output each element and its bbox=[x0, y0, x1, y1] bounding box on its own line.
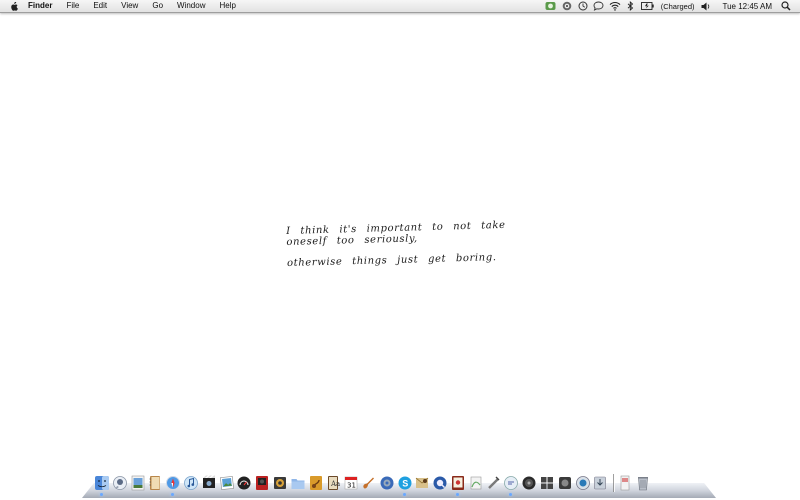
documents-stack-icon[interactable] bbox=[617, 474, 633, 492]
dock: Aa 31 S bbox=[82, 472, 716, 498]
menu-file[interactable]: File bbox=[59, 0, 86, 12]
desktop: Finder File Edit View Go Window Help (Ch… bbox=[0, 0, 800, 500]
dock-icons: Aa 31 S bbox=[94, 474, 653, 496]
dashboard-icon[interactable] bbox=[236, 474, 252, 492]
script-icon[interactable] bbox=[468, 474, 484, 492]
svg-text:S: S bbox=[402, 479, 408, 489]
menu-go[interactable]: Go bbox=[145, 0, 170, 12]
ichat-icon[interactable] bbox=[112, 474, 128, 492]
wifi-icon[interactable] bbox=[609, 0, 621, 12]
mail-icon[interactable] bbox=[414, 474, 430, 492]
itunes-icon[interactable] bbox=[183, 474, 199, 492]
note-line-2: otherwise things just get boring. bbox=[286, 252, 497, 269]
dictionary-icon[interactable]: Aa bbox=[325, 474, 341, 492]
menu-finder[interactable]: Finder bbox=[28, 0, 59, 12]
quicktime-icon[interactable] bbox=[432, 474, 448, 492]
status-area: (Charged) Tue 12:45 AM bbox=[543, 0, 794, 12]
note-line-1: I think it's important to not take onese… bbox=[286, 219, 506, 248]
growl-icon[interactable] bbox=[545, 0, 557, 12]
spaces-icon[interactable] bbox=[486, 474, 502, 492]
folder-icon[interactable] bbox=[290, 474, 306, 492]
instruments-icon[interactable] bbox=[575, 474, 591, 492]
time-machine-dock-icon[interactable] bbox=[503, 474, 519, 496]
svg-text:31: 31 bbox=[347, 482, 356, 490]
ical-icon[interactable]: 31 bbox=[343, 474, 359, 492]
textedit-icon[interactable] bbox=[450, 474, 466, 496]
menu-bar: Finder File Edit View Go Window Help (Ch… bbox=[0, 0, 800, 13]
address-book-icon[interactable] bbox=[147, 474, 163, 492]
safari-icon[interactable] bbox=[165, 474, 181, 496]
garageband-guitar-icon[interactable] bbox=[361, 474, 377, 492]
sync-icon[interactable] bbox=[561, 0, 573, 12]
network-icon[interactable] bbox=[539, 474, 555, 492]
menu-help[interactable]: Help bbox=[212, 0, 242, 12]
imovie-icon[interactable] bbox=[201, 474, 217, 492]
iphoto-icon[interactable] bbox=[219, 474, 235, 492]
volume-icon[interactable] bbox=[700, 0, 712, 12]
time-machine-icon[interactable] bbox=[577, 0, 589, 12]
menu-clock[interactable]: Tue 12:45 AM bbox=[722, 2, 772, 11]
finder-icon[interactable] bbox=[94, 474, 110, 496]
trash-icon[interactable] bbox=[635, 474, 651, 492]
battery-status: (Charged) bbox=[660, 1, 695, 11]
battery-icon[interactable] bbox=[641, 0, 655, 12]
handwritten-note: I think it's important to not take onese… bbox=[286, 219, 547, 269]
bluetooth-icon[interactable] bbox=[625, 0, 637, 12]
aperture-icon[interactable] bbox=[272, 474, 288, 492]
garageband-icon[interactable] bbox=[308, 474, 324, 492]
preview-icon[interactable] bbox=[130, 474, 146, 492]
photo-booth-icon[interactable] bbox=[254, 474, 270, 492]
screen-sharing-icon[interactable] bbox=[557, 474, 573, 492]
downloads-icon[interactable] bbox=[592, 474, 608, 492]
spotlight-search-icon[interactable] bbox=[780, 0, 792, 12]
system-preferences-icon[interactable] bbox=[379, 474, 395, 492]
menu-edit[interactable]: Edit bbox=[86, 0, 114, 12]
skype-icon[interactable]: S bbox=[397, 474, 413, 496]
apple-icon[interactable] bbox=[10, 1, 18, 11]
ichat-status-icon[interactable] bbox=[593, 0, 605, 12]
dock-separator bbox=[613, 474, 615, 492]
coda-icon[interactable] bbox=[521, 474, 537, 492]
menu-window[interactable]: Window bbox=[170, 0, 212, 12]
menu-view[interactable]: View bbox=[114, 0, 145, 12]
svg-text:Aa: Aa bbox=[330, 480, 340, 488]
